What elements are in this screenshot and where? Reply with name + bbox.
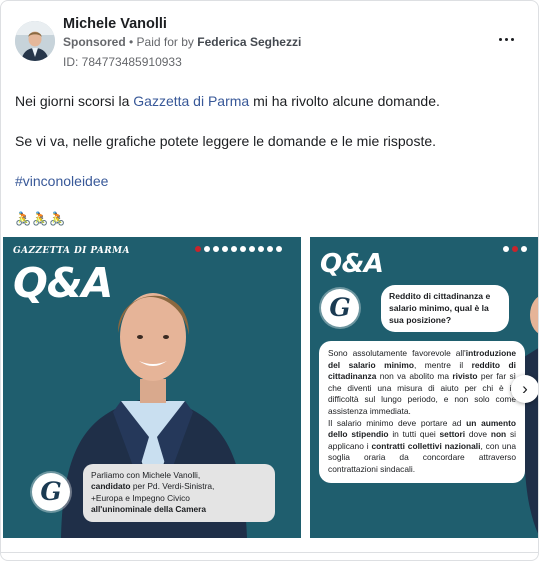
ans-a3-bold: rivisto xyxy=(452,371,478,382)
pagination-dot xyxy=(195,246,201,252)
ans-a1c: , mentre il xyxy=(413,359,472,370)
ans-b1c: in tutti quei xyxy=(388,429,440,440)
ans-b2-bold: settori xyxy=(439,429,466,440)
post-footer-divider xyxy=(1,552,538,553)
caption-line-2-rest: per Pd. Verdi-Sinistra, xyxy=(130,481,215,492)
caption-line-4: all'uninominale della Camera xyxy=(91,504,267,515)
slide-title: Q&A xyxy=(320,249,384,279)
caption-bold-uninominale: all'uninominale della Camera xyxy=(91,504,207,515)
question-bubble: Reddito di cittadinanza e salario minimo… xyxy=(381,285,509,333)
g-logo-letter: G xyxy=(329,293,351,322)
slide-pagination-dots xyxy=(503,246,527,252)
caption-line-3: +Europa e Impegno Civico xyxy=(91,492,190,503)
sponsored-label[interactable]: Sponsored xyxy=(63,35,126,49)
answer-bubble: Sono assolutamente favorevole all'introd… xyxy=(319,341,525,483)
bike-emoji-line: 🚴🚴🚴 xyxy=(15,211,67,226)
gazzetta-link[interactable]: Gazzetta di Parma xyxy=(133,93,249,109)
pagination-dot xyxy=(213,246,219,252)
gazzetta-g-logo: G xyxy=(321,289,359,327)
sponsored-line: Sponsored • Paid for by Federica Seghezz… xyxy=(63,35,301,49)
caption-bold-candidato: candidato xyxy=(91,481,131,492)
ans-a2c: non va abolito ma xyxy=(376,371,453,382)
pagination-dot xyxy=(222,246,228,252)
paid-for-prefix: • Paid for by xyxy=(125,35,198,49)
avatar-photo xyxy=(15,21,55,61)
pagination-dot xyxy=(512,246,518,252)
gazzetta-g-logo: G xyxy=(32,473,70,511)
pagination-dot xyxy=(204,246,210,252)
pagination-dot xyxy=(503,246,509,252)
carousel-slide-2[interactable]: Q&A G Reddito di cittadinanza e salario … xyxy=(310,237,538,538)
g-logo-letter: G xyxy=(40,477,62,506)
pagination-dot xyxy=(276,246,282,252)
payer-name[interactable]: Federica Seghezzi xyxy=(197,35,301,49)
ans-b1: Il salario minimo deve portare ad xyxy=(328,417,467,428)
pagination-dot xyxy=(258,246,264,252)
slide-title: Q&A xyxy=(13,259,113,307)
sponsored-post: Michele Vanolli Sponsored • Paid for by … xyxy=(0,0,539,561)
ans-b3-bold: non xyxy=(490,429,507,440)
post-text-line-1: Nei giorni scorsi la Gazzetta di Parma m… xyxy=(15,93,440,109)
pagination-dot xyxy=(240,246,246,252)
slide-brand: GAZZETTA DI PARMA xyxy=(13,246,130,256)
author-name[interactable]: Michele Vanolli xyxy=(63,16,167,32)
caption-line-1: Parliamo con Michele Vanolli, xyxy=(91,470,201,480)
post-text-1b: mi ha rivolto alcune domande. xyxy=(249,93,440,109)
post-text-1a: Nei giorni scorsi la xyxy=(15,93,134,109)
slide-pagination-dots xyxy=(195,246,282,252)
carousel-slide-1[interactable]: GAZZETTA DI PARMA Q&A G Parliamo con Mic… xyxy=(3,237,301,538)
ans-b2c: dove xyxy=(465,429,491,440)
post-text-line-2: Se vi va, nelle grafiche potete leggere … xyxy=(15,133,437,149)
answer-paragraph-2: Il salario minimo deve portare ad un aum… xyxy=(328,418,516,476)
more-options-button[interactable] xyxy=(496,29,518,49)
hashtag-link[interactable]: #vinconoleidee xyxy=(15,173,108,189)
pagination-dot xyxy=(249,246,255,252)
ad-id: ID: 784773485910933 xyxy=(63,55,182,69)
carousel-next-button[interactable]: › xyxy=(511,375,538,403)
slide-caption: Parliamo con Michele Vanolli, candidato … xyxy=(83,464,275,522)
author-avatar[interactable] xyxy=(15,21,55,61)
answer-paragraph-1: Sono assolutamente favorevole all'introd… xyxy=(328,348,516,418)
caption-line-2: candidato per Pd. Verdi-Sinistra, xyxy=(91,481,267,492)
ans-b4-bold: contratti collettivi nazionali xyxy=(371,440,481,451)
pagination-dot xyxy=(521,246,527,252)
chevron-right-icon: › xyxy=(522,379,528,398)
ans-a1: Sono assolutamente favorevole all' xyxy=(328,348,466,358)
pagination-dot xyxy=(231,246,237,252)
pagination-dot xyxy=(267,246,273,252)
